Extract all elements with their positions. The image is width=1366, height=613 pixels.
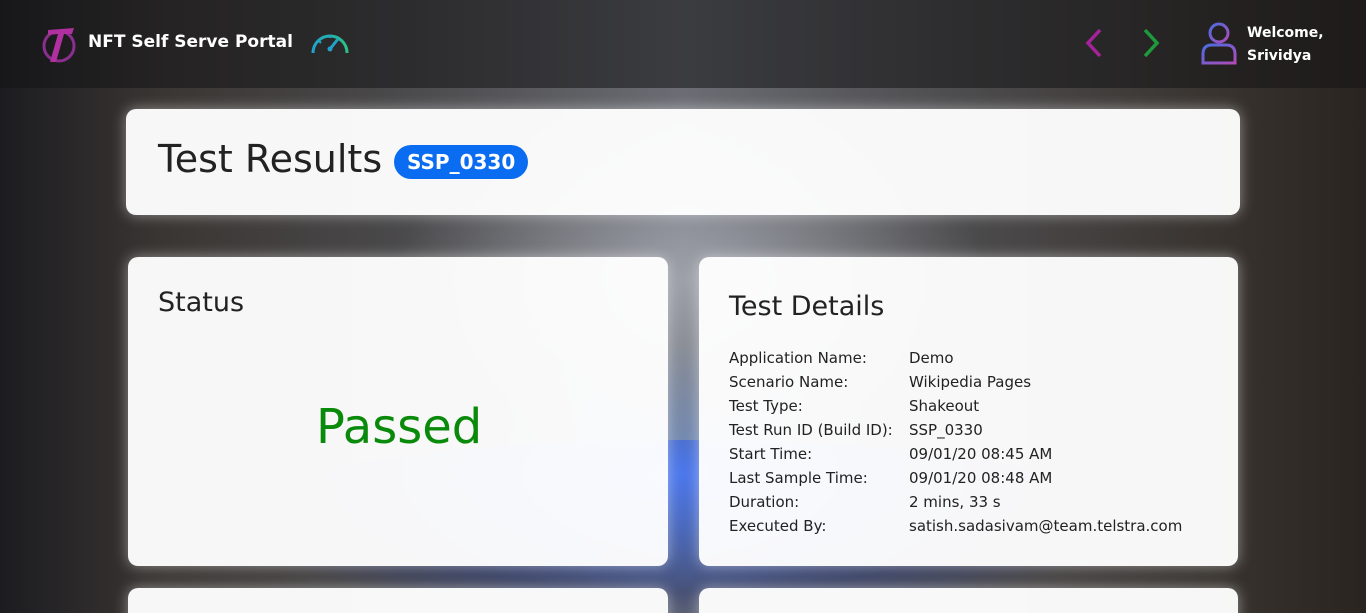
- detail-row-application-name: Application Name: Demo: [729, 346, 1182, 370]
- detail-label: Duration:: [729, 493, 800, 511]
- test-details-card: Test Details Application Name: Demo Scen…: [699, 257, 1238, 566]
- welcome-username: Srividya: [1247, 48, 1312, 64]
- run-id-badge: SSP_0330: [394, 145, 529, 179]
- welcome-message: Welcome, Srividya: [1247, 22, 1324, 68]
- telstra-logo-icon[interactable]: [42, 22, 78, 64]
- detail-value: 09/01/20 08:48 AM: [909, 469, 1053, 487]
- results-header-card: Test Results SSP_0330: [126, 109, 1240, 215]
- detail-row-test-run-id: Test Run ID (Build ID): SSP_0330: [729, 418, 1182, 442]
- detail-label: Application Name:: [729, 349, 867, 367]
- chevron-right-icon[interactable]: [1140, 27, 1162, 59]
- detail-value: 2 mins, 33 s: [909, 493, 1001, 511]
- detail-value: 09/01/20 08:45 AM: [909, 445, 1053, 463]
- detail-value: Wikipedia Pages: [909, 373, 1032, 391]
- detail-label: Start Time:: [729, 445, 813, 463]
- welcome-greeting: Welcome,: [1247, 25, 1324, 41]
- detail-row-last-sample-time: Last Sample Time: 09/01/20 08:48 AM: [729, 466, 1182, 490]
- detail-row-scenario-name: Scenario Name: Wikipedia Pages: [729, 370, 1182, 394]
- detail-label: Test Type:: [729, 397, 803, 415]
- detail-value: satish.sadasivam@team.telstra.com: [909, 517, 1183, 535]
- detail-label: Scenario Name:: [729, 373, 849, 391]
- detail-label: Last Sample Time:: [729, 469, 868, 487]
- status-card-title: Status: [158, 287, 245, 318]
- portal-title: NFT Self Serve Portal: [88, 32, 293, 52]
- test-details-title: Test Details: [729, 291, 885, 322]
- detail-row-test-type: Test Type: Shakeout: [729, 394, 1182, 418]
- detail-value: SSP_0330: [909, 421, 983, 439]
- detail-label: Executed By:: [729, 517, 827, 535]
- chevron-left-icon[interactable]: [1083, 27, 1105, 59]
- details-list: Application Name: Demo Scenario Name: Wi…: [729, 346, 1182, 538]
- speedometer-icon[interactable]: [309, 27, 351, 59]
- user-icon[interactable]: [1200, 21, 1238, 65]
- status-card: Status Passed: [128, 257, 668, 566]
- lower-left-card: [128, 588, 668, 613]
- detail-row-executed-by: Executed By: satish.sadasivam@team.telst…: [729, 514, 1182, 538]
- page-title: Test Results: [158, 137, 383, 181]
- lower-right-card: [699, 588, 1238, 613]
- status-value: Passed: [316, 399, 483, 455]
- top-bar: NFT Self Serve Portal Welcome, Srividya: [0, 0, 1366, 88]
- detail-label: Test Run ID (Build ID):: [729, 421, 893, 439]
- detail-value: Shakeout: [909, 397, 980, 415]
- detail-row-duration: Duration: 2 mins, 33 s: [729, 490, 1182, 514]
- detail-row-start-time: Start Time: 09/01/20 08:45 AM: [729, 442, 1182, 466]
- detail-value: Demo: [909, 349, 954, 367]
